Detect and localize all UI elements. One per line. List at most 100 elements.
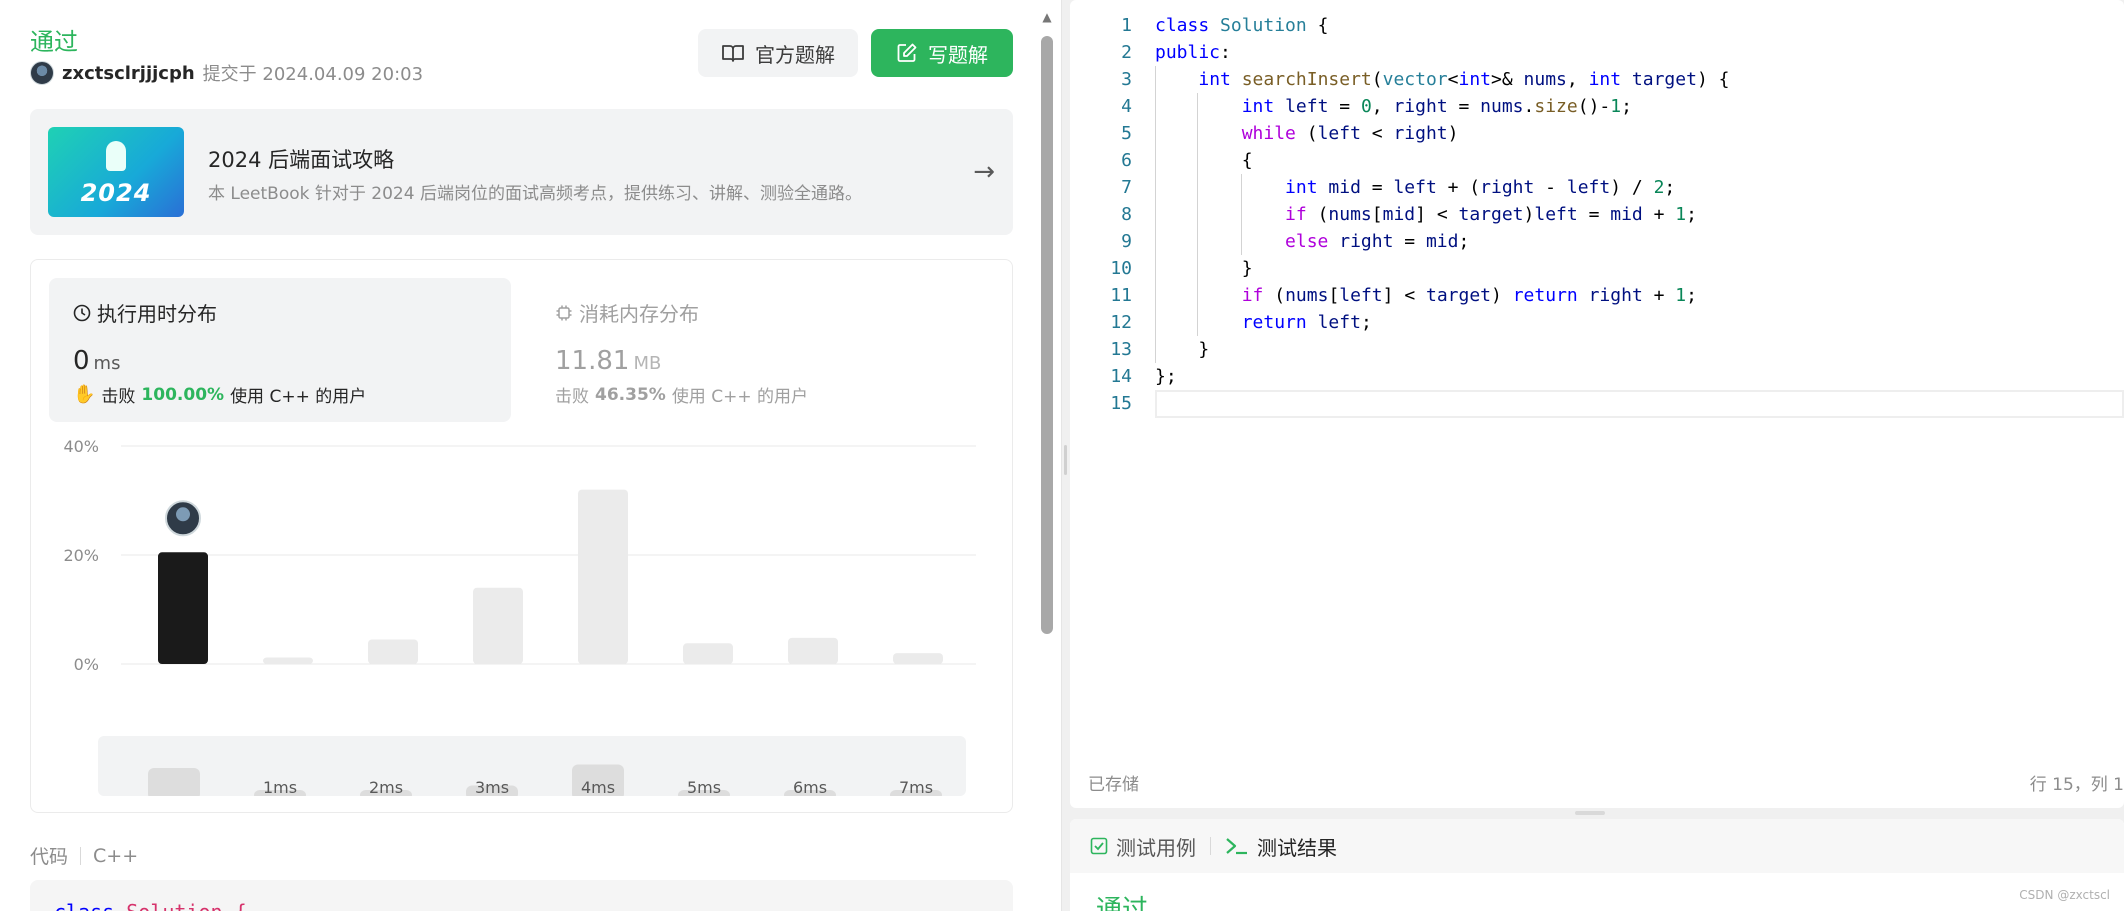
official-solution-label: 官方题解 <box>755 42 835 67</box>
submitter-line: zxctsclrjjjcph 提交于 2024.04.09 20:03 <box>30 60 423 86</box>
submission-detail-panel: 通过 zxctsclrjjjcph 提交于 2024.04.09 20:03 官… <box>0 0 1062 911</box>
code-line[interactable]: 4 int left = 0, right = nums.size()-1; <box>1070 93 2124 120</box>
chart-bar <box>368 639 418 664</box>
distribution-card: 执行用时分布 0 ms ✋ 击败 100.00% 使用 C++ 的用户 消耗内存分… <box>30 259 1013 813</box>
code-line[interactable]: 14}; <box>1070 363 2124 390</box>
code-label: 代码 <box>30 846 69 868</box>
code-line[interactable]: 12 return left; <box>1070 309 2124 336</box>
y-tick-label: 20% <box>63 546 99 565</box>
left-scrollbar[interactable]: ▲ <box>1040 10 1054 911</box>
tab-test-result[interactable]: 测试结果 <box>1225 832 1337 861</box>
line-code[interactable]: while (left < right) <box>1155 120 1459 147</box>
leetbook-banner[interactable]: 2024 2024 后端面试攻略 本 LeetBook 针对于 2024 后端岗… <box>30 109 1013 235</box>
leetbook-description: 本 LeetBook 针对于 2024 后端岗位的面试高频考点，提供练习、讲解、… <box>208 184 862 204</box>
line-code[interactable]: public: <box>1155 39 1231 66</box>
code-section-header: 代码 C++ <box>30 842 138 869</box>
line-code[interactable]: else right = mid; <box>1155 228 1469 255</box>
y-tick-label: 0% <box>74 655 99 670</box>
line-number: 4 <box>1121 96 1132 117</box>
test-tabs: 测试用例 测试结果 <box>1070 819 2124 873</box>
submit-time: 提交于 2024.04.09 20:03 <box>202 64 424 85</box>
code-line[interactable]: 9 else right = mid; <box>1070 228 2124 255</box>
runtime-stat-tab[interactable]: 执行用时分布 0 ms ✋ 击败 100.00% 使用 C++ 的用户 <box>49 278 511 422</box>
scroll-up-arrow[interactable]: ▲ <box>1040 10 1054 24</box>
avatar[interactable] <box>30 61 54 85</box>
cover-year: 2024 <box>80 179 152 207</box>
terminal-icon <box>1226 838 1247 855</box>
code-line[interactable]: 6 { <box>1070 147 2124 174</box>
chart-minimap[interactable]: 1ms 2ms 3ms 4ms 5ms 6ms 7ms <box>98 736 966 796</box>
line-number: 8 <box>1121 204 1132 225</box>
chip-icon <box>556 305 572 320</box>
runtime-title: 执行用时分布 <box>73 298 217 327</box>
submission-status: 通过 <box>30 28 78 56</box>
test-panel: 测试用例 测试结果 通过 <box>1070 819 2124 911</box>
line-number: 7 <box>1121 177 1132 198</box>
line-code[interactable]: int searchInsert(vector<int>& nums, int … <box>1155 66 1729 93</box>
line-code[interactable]: return left; <box>1155 309 1372 336</box>
write-solution-button[interactable]: 写题解 <box>871 29 1013 77</box>
minimap-tick-label: 1ms <box>263 778 297 796</box>
line-code[interactable]: } <box>1155 255 1253 282</box>
memory-stat-tab[interactable]: 消耗内存分布 11.81 MB 击败 46.35% 使用 C++ 的用户 <box>531 278 993 422</box>
code-line[interactable]: 15 <box>1070 390 2124 417</box>
tab-testcase[interactable]: 测试用例 <box>1090 832 1196 861</box>
line-code[interactable]: { <box>1155 147 1253 174</box>
line-code[interactable]: if (nums[left] < target) return right + … <box>1155 282 1697 309</box>
minimap-bar <box>148 768 200 796</box>
line-number: 13 <box>1110 339 1132 360</box>
leetcode-submission-page: 通过 zxctsclrjjjcph 提交于 2024.04.09 20:03 官… <box>0 0 2124 911</box>
line-number: 5 <box>1121 123 1132 144</box>
code-line[interactable]: 13 } <box>1070 336 2124 363</box>
cursor-position[interactable]: 行 15，列 1 <box>2030 770 2124 795</box>
username[interactable]: zxctsclrjjjcph <box>62 63 195 84</box>
clock-icon <box>73 304 91 321</box>
line-code[interactable]: class Solution { <box>1155 12 1328 39</box>
line-code[interactable]: }; <box>1155 363 1177 390</box>
chart-bar <box>683 643 733 664</box>
scrollbar-thumb[interactable] <box>1041 36 1053 634</box>
arrow-right-icon[interactable]: → <box>973 157 995 187</box>
rocket-icon <box>106 141 126 171</box>
memory-beat-pct: 46.35% <box>595 384 666 405</box>
code-editor[interactable]: 1 class Solution { 2 public: 3 int searchIns… <box>1070 0 2124 808</box>
vertical-resize-handle[interactable] <box>1575 811 1605 815</box>
y-tick-label: 40% <box>63 437 99 456</box>
code-line[interactable]: 11 if (nums[left] < target) return right… <box>1070 282 2124 309</box>
minimap-tick-label: 2ms <box>369 778 403 796</box>
line-number: 2 <box>1121 42 1132 63</box>
line-number: 12 <box>1110 312 1132 333</box>
panel-splitter[interactable] <box>1062 0 1070 911</box>
line-number: 15 <box>1110 393 1132 414</box>
memory-value: 11.81 MB <box>555 346 662 376</box>
runtime-distribution-chart[interactable]: 0%20%40%1ms2ms3ms4ms5ms6ms7ms <box>31 430 1014 670</box>
code-line[interactable]: 5 while (left < right) <box>1070 120 2124 147</box>
clap-icon: ✋ <box>73 384 96 405</box>
code-line[interactable]: 8 if (nums[mid] < target)left = mid + 1; <box>1070 201 2124 228</box>
memory-title: 消耗内存分布 <box>555 298 699 327</box>
leetbook-cover: 2024 <box>48 127 184 217</box>
minimap-tick-label: 6ms <box>793 778 827 796</box>
code-lines[interactable]: 1 class Solution { 2 public: 3 int searchIns… <box>1070 12 2124 417</box>
editor-area: 1 class Solution { 2 public: 3 int searchIns… <box>1070 0 2124 911</box>
saved-status: 已存储 <box>1088 775 1139 795</box>
code-line[interactable]: 10 } <box>1070 255 2124 282</box>
code-line[interactable]: 3 int searchInsert(vector<int>& nums, in… <box>1070 66 2124 93</box>
test-result-status: 通过 <box>1096 895 1149 911</box>
code-line[interactable]: 2 public: <box>1070 39 2124 66</box>
runtime-beat: ✋ 击败 100.00% 使用 C++ 的用户 <box>73 384 367 407</box>
runtime-beat-pct: 100.00% <box>141 384 225 405</box>
edit-icon <box>897 43 917 62</box>
splitter-grip[interactable] <box>1064 445 1067 475</box>
chart-bar <box>263 657 313 664</box>
line-code[interactable]: } <box>1155 336 1209 363</box>
line-code[interactable]: int mid = left + (right - left) / 2; <box>1155 174 1675 201</box>
code-preview: class Solution { <box>30 880 1013 911</box>
code-line[interactable]: 1 class Solution { <box>1070 12 2124 39</box>
line-code[interactable]: if (nums[mid] < target)left = mid + 1; <box>1155 201 1697 228</box>
chart-bar <box>788 637 838 664</box>
chart-bar <box>158 552 208 664</box>
official-solution-button[interactable]: 官方题解 <box>698 29 858 77</box>
code-line[interactable]: 7 int mid = left + (right - left) / 2; <box>1070 174 2124 201</box>
line-code[interactable]: int left = 0, right = nums.size()-1; <box>1155 93 1632 120</box>
